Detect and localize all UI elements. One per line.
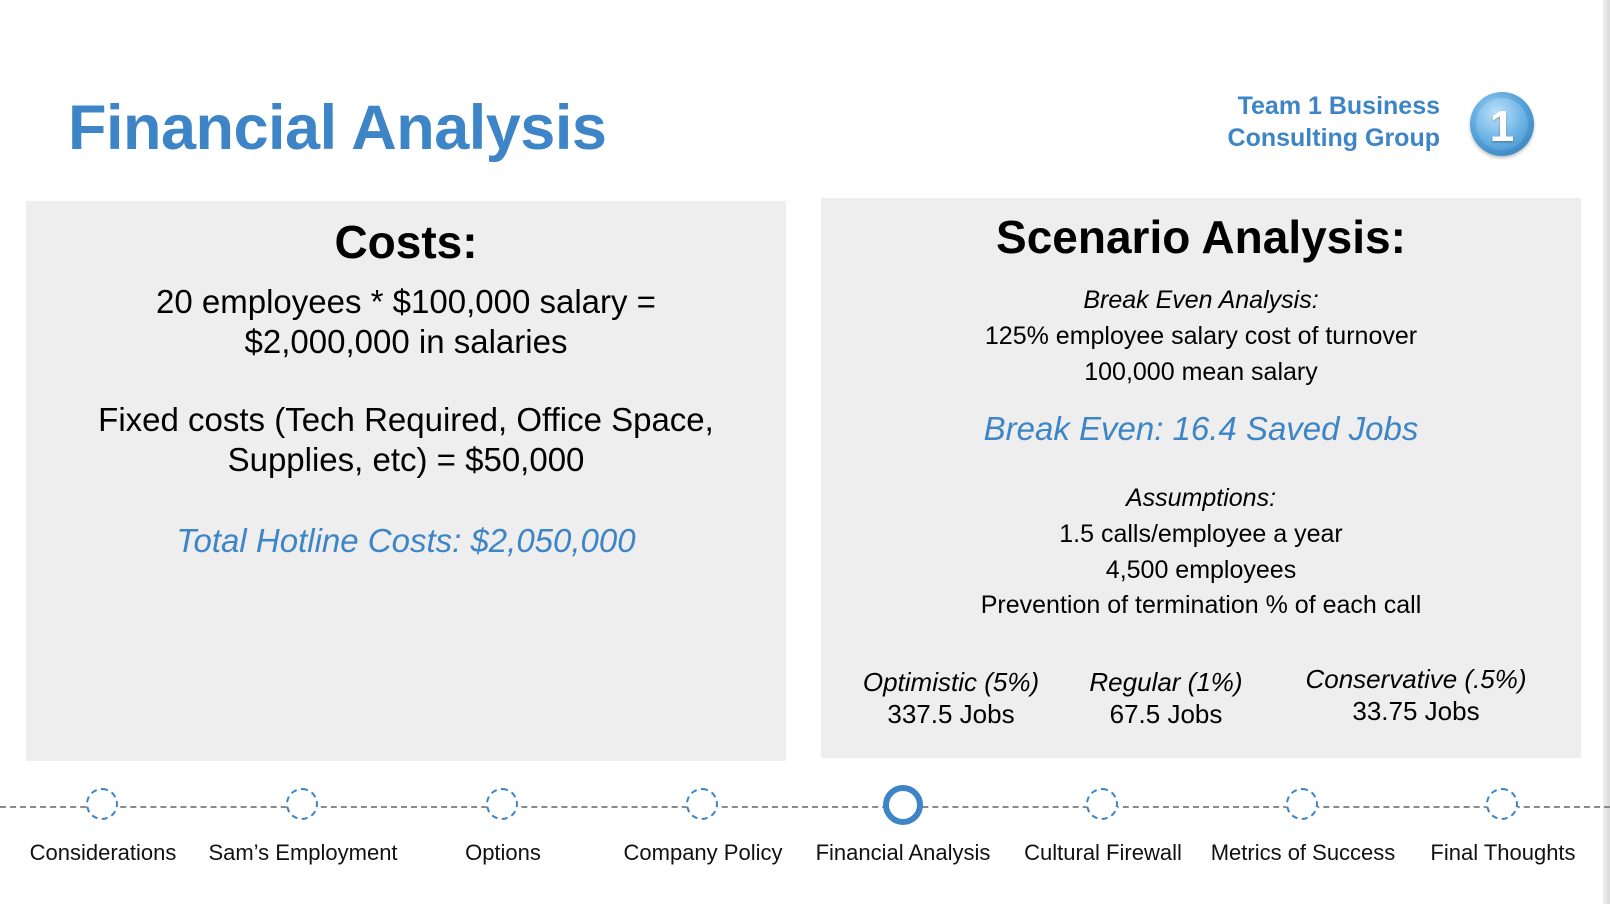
timeline-node-icon[interactable] [1086, 788, 1118, 820]
team-logo-icon: 1 [1470, 92, 1534, 156]
timeline-step-label[interactable]: Final Thoughts [1388, 840, 1610, 866]
timeline-node-icon[interactable] [1486, 788, 1518, 820]
timeline-node-icon[interactable] [486, 788, 518, 820]
timeline-track [0, 806, 1610, 808]
timeline-node-icon[interactable] [286, 788, 318, 820]
scenario-label: Conservative (.5%) [1305, 664, 1527, 694]
timeline-step-label[interactable]: Considerations [0, 840, 218, 866]
assumption-calls: 1.5 calls/employee a year [1059, 520, 1343, 548]
costs-heading: Costs: [334, 216, 478, 268]
scenario-label: Optimistic (5%) [862, 667, 1040, 697]
break-even-label: Break Even Analysis: [1083, 286, 1319, 314]
break-even-result: Break Even: 16.4 Saved Jobs [983, 410, 1419, 447]
salary-line-2: $2,000,000 in salaries [244, 323, 568, 360]
timeline-step-label[interactable]: Cultural Firewall [988, 840, 1218, 866]
scenario-regular: Regular (1%) 67.5 Jobs [1086, 666, 1246, 730]
salary-line-1: 20 employees * $100,000 salary = [156, 283, 656, 320]
timeline-node-icon[interactable] [86, 788, 118, 820]
total-hotline-costs: Total Hotline Costs: $2,050,000 [176, 522, 636, 559]
scenario-value: 337.5 Jobs [887, 699, 1015, 729]
timeline-node-active-icon[interactable] [883, 785, 923, 825]
timeline-step-label[interactable]: Options [388, 840, 618, 866]
timeline-step-label[interactable]: Company Policy [588, 840, 818, 866]
scenario-conservative: Conservative (.5%) 33.75 Jobs [1296, 663, 1536, 727]
timeline-node-icon[interactable] [1286, 788, 1318, 820]
break-even-line-1: 125% employee salary cost of turnover [984, 322, 1418, 350]
fixed-line-1: Fixed costs (Tech Required, Office Space… [98, 401, 714, 438]
right-edge-shadow [1603, 0, 1610, 904]
fixed-line-2: Supplies, etc) = $50,000 [227, 441, 585, 478]
team-logo-inner: 1 [1476, 98, 1528, 151]
scenario-value: 33.75 Jobs [1352, 696, 1480, 726]
brand-name: Team 1 Business Consulting Group [1150, 90, 1440, 154]
costs-panel: Costs: 20 employees * $100,000 salary = … [26, 201, 786, 761]
timeline-step-label[interactable]: Metrics of Success [1188, 840, 1418, 866]
scenario-panel: Scenario Analysis: Break Even Analysis: … [821, 198, 1581, 758]
team-logo-number: 1 [1489, 102, 1515, 151]
salary-costs: 20 employees * $100,000 salary = $2,000,… [26, 282, 786, 362]
timeline-step-label[interactable]: Sam’s Employment [188, 840, 418, 866]
page-title: Financial Analysis [68, 93, 607, 163]
scenario-heading: Scenario Analysis: [996, 211, 1406, 263]
scenario-label: Regular (1%) [1089, 667, 1243, 697]
assumption-prevention: Prevention of termination % of each call [980, 591, 1422, 619]
assumption-employees: 4,500 employees [1105, 556, 1297, 584]
fixed-costs: Fixed costs (Tech Required, Office Space… [26, 400, 786, 480]
scenario-optimistic: Optimistic (5%) 337.5 Jobs [856, 666, 1046, 730]
timeline-step-label[interactable]: Financial Analysis [788, 840, 1018, 866]
scenario-value: 67.5 Jobs [1109, 699, 1223, 729]
break-even-line-2: 100,000 mean salary [1084, 358, 1318, 386]
brand-line-2: Consulting Group [1227, 124, 1440, 152]
assumptions-label: Assumptions: [1125, 484, 1277, 512]
timeline-node-icon[interactable] [686, 788, 718, 820]
brand-line-1: Team 1 Business [1237, 92, 1440, 120]
